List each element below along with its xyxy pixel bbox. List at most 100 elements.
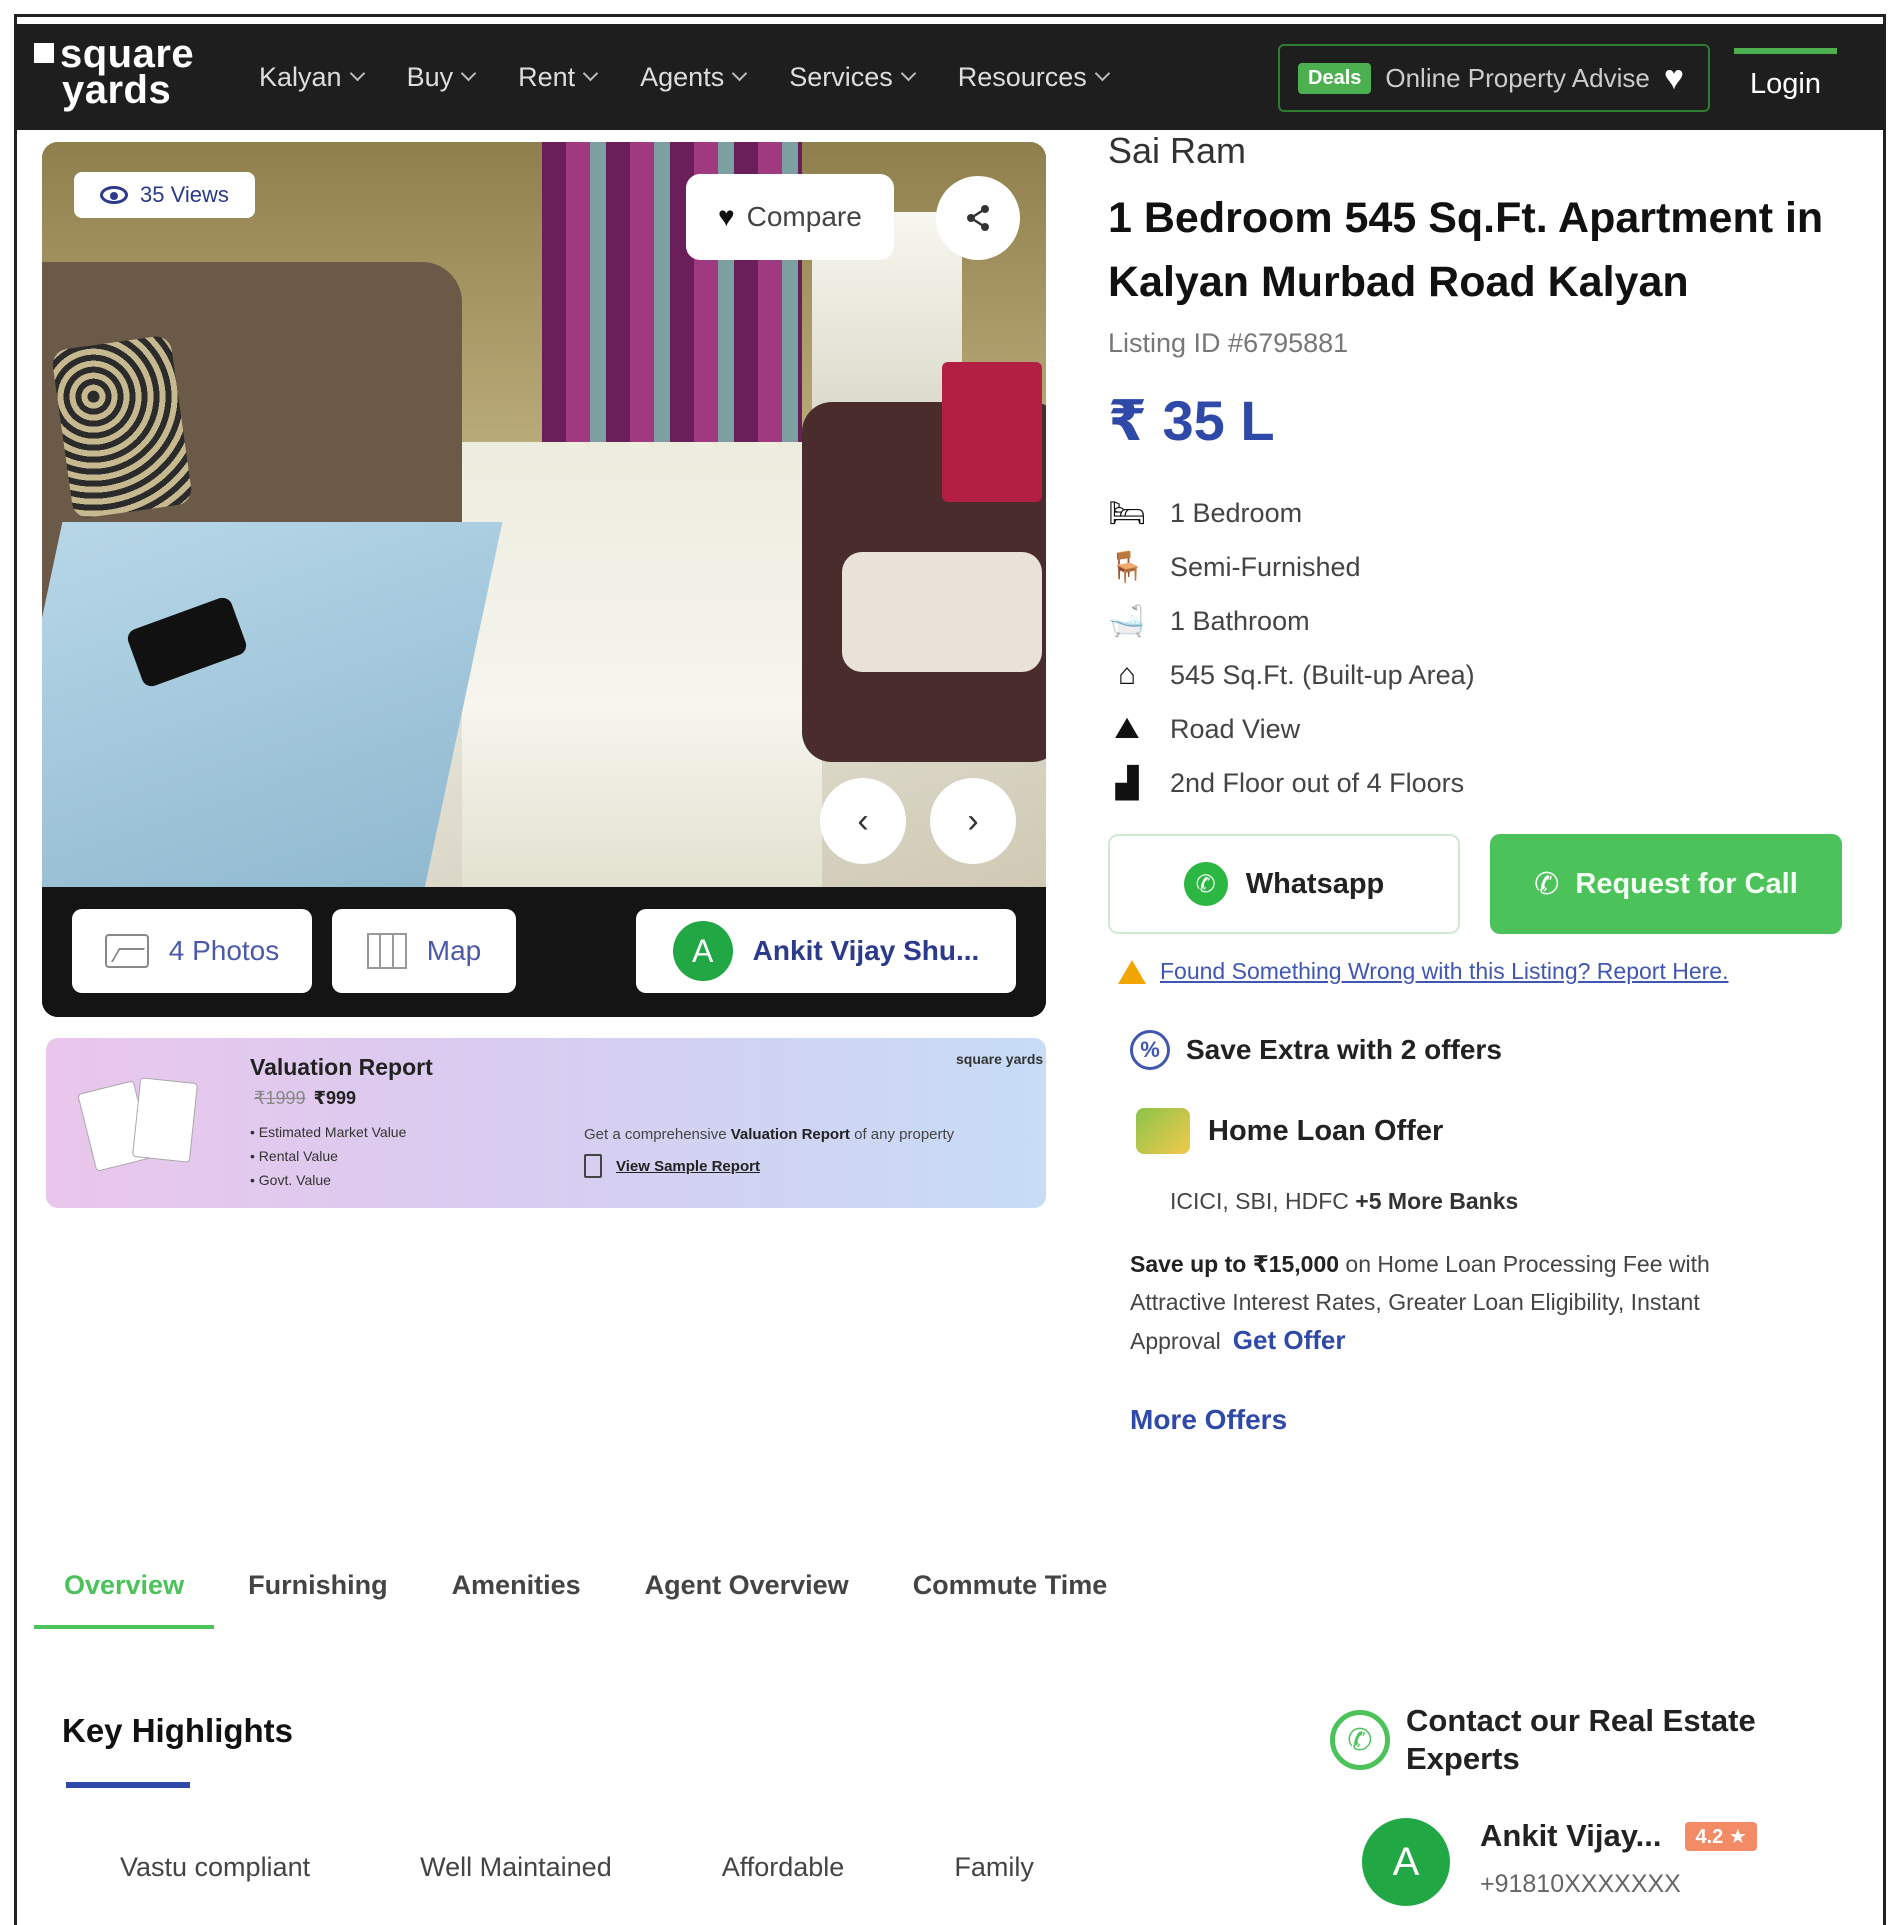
- get-offer-link[interactable]: Get Offer: [1233, 1325, 1346, 1355]
- list-item: Affordable: [721, 1852, 845, 1882]
- list-item: Govt. Value: [250, 1168, 406, 1192]
- agent-card[interactable]: A Ankit Vijay... 4.2 ★ +91810XXXXXXX: [1362, 1818, 1757, 1906]
- agent-chip[interactable]: A Ankit Vijay Shu...: [636, 909, 1016, 993]
- nav-label: Rent: [518, 61, 576, 92]
- contact-title: Contact our Real Estate Experts: [1406, 1703, 1756, 1776]
- phone-icon: ✆: [1534, 867, 1560, 901]
- gallery-actions-bar: 4 Photos Map A Ankit Vijay Shu...: [42, 887, 1046, 1017]
- photo-red-cloth: [942, 362, 1042, 502]
- map-label: Map: [426, 935, 482, 966]
- page-title: 1 Bedroom 545 Sq.Ft. Apartment in Kalyan…: [1108, 194, 1824, 306]
- top-navbar: square yards Kalyan Buy Rent Agents Serv…: [14, 24, 1886, 130]
- promo-text: Online Property Advise: [1385, 62, 1650, 93]
- offers-panel: % Save Extra with 2 offers Home Loan Off…: [1130, 1030, 1850, 1436]
- chevron-down-icon: [349, 65, 365, 81]
- list-item: Family: [954, 1852, 1034, 1882]
- money-icon: [1136, 1108, 1190, 1154]
- more-offers-link[interactable]: More Offers: [1130, 1404, 1850, 1436]
- highlights-list: Vastu compliant Well Maintained Affordab…: [120, 1852, 1144, 1883]
- next-photo-button[interactable]: ›: [930, 778, 1016, 864]
- warning-icon: [1118, 959, 1146, 984]
- title-underline: [66, 1782, 190, 1788]
- login-button[interactable]: Login: [1734, 48, 1837, 108]
- home-icon: ⌂: [1117, 658, 1137, 691]
- banks-list: ICICI, SBI, HDFC +5 More Banks: [1130, 1188, 1850, 1215]
- nav-item-agents[interactable]: Agents: [640, 62, 748, 93]
- key-highlights-title: Key Highlights: [62, 1712, 294, 1749]
- stairs-icon: ▟: [1115, 766, 1139, 800]
- tab-amenities[interactable]: Amenities: [422, 1556, 611, 1629]
- nav-item-buy[interactable]: Buy: [406, 61, 477, 93]
- nav-item-services[interactable]: Services: [789, 62, 917, 93]
- agent-name: Ankit Vijay Shu...: [752, 935, 980, 966]
- online-advise-promo[interactable]: Deals Online Property Advise ♥: [1278, 44, 1710, 112]
- nav-item-rent[interactable]: Rent: [518, 61, 599, 93]
- contact-experts: ✆ Contact our Real Estate Experts: [1330, 1702, 1786, 1778]
- map-icon: [366, 933, 407, 969]
- home-loan-heading: Home Loan Offer: [1130, 1108, 1850, 1154]
- agent-name-row: Ankit Vijay... 4.2 ★: [1480, 1818, 1757, 1854]
- prev-photo-button[interactable]: ‹: [820, 778, 906, 864]
- offers-heading: % Save Extra with 2 offers: [1130, 1030, 1850, 1070]
- report-listing-link[interactable]: Found Something Wrong with this Listing?…: [1118, 958, 1728, 985]
- bathtub-icon: 🛁: [1108, 604, 1146, 638]
- whatsapp-icon: ✆: [1183, 862, 1228, 906]
- valuation-report-banner[interactable]: Valuation Report ₹1999 ₹999 Estimated Mar…: [46, 1038, 1046, 1208]
- valuation-title: Valuation Report: [250, 1054, 433, 1080]
- nav-item-kalyan[interactable]: Kalyan: [259, 62, 365, 93]
- tab-commute-time[interactable]: Commute Time: [883, 1556, 1138, 1629]
- valuation-points: Estimated Market Value Rental Value Govt…: [250, 1120, 407, 1192]
- spec-label: Semi-Furnished: [1170, 551, 1361, 582]
- list-item: Vastu compliant: [120, 1852, 311, 1882]
- whatsapp-button[interactable]: ✆ Whatsapp: [1108, 834, 1460, 934]
- document-icon: [584, 1154, 602, 1178]
- map-button[interactable]: Map: [332, 909, 516, 993]
- spec-label: 545 Sq.Ft. (Built-up Area): [1170, 659, 1475, 690]
- list-item: Well Maintained: [420, 1852, 612, 1882]
- chevron-right-icon: ›: [967, 801, 979, 840]
- spec-view: ⛰ Road View: [1108, 702, 1475, 756]
- tab-agent-overview[interactable]: Agent Overview: [615, 1556, 879, 1629]
- spec-label: 2nd Floor out of 4 Floors: [1170, 767, 1465, 798]
- heart-icon[interactable]: ♥: [1664, 61, 1698, 95]
- whatsapp-label: Whatsapp: [1245, 867, 1385, 900]
- valuation-price: ₹1999 ₹999: [254, 1088, 356, 1109]
- square-yards-mini-logo: square yards: [956, 1051, 1044, 1067]
- request-call-button[interactable]: ✆ Request for Call: [1490, 834, 1842, 934]
- listing-id: Listing ID #6795881: [1108, 328, 1349, 358]
- chevron-down-icon: [582, 65, 599, 81]
- tab-overview[interactable]: Overview: [34, 1556, 215, 1629]
- bed-icon: 🛏: [1107, 496, 1147, 530]
- nav-label: Buy: [406, 61, 454, 92]
- photo-floor: [462, 442, 822, 887]
- view-sample-report-link[interactable]: View Sample Report: [584, 1154, 760, 1178]
- banks-names: ICICI, SBI, HDFC: [1170, 1188, 1349, 1214]
- spec-furnishing: 🪑 Semi-Furnished: [1108, 540, 1475, 594]
- new-price: ₹999: [313, 1088, 357, 1108]
- nav-item-resources[interactable]: Resources: [958, 62, 1111, 93]
- spec-area: ⌂ 545 Sq.Ft. (Built-up Area): [1108, 648, 1475, 702]
- compare-button[interactable]: ♥ Compare: [686, 174, 894, 260]
- deals-badge: Deals: [1298, 62, 1372, 94]
- photo-bed: [42, 522, 503, 887]
- doc-sheet: [131, 1077, 199, 1163]
- photos-button[interactable]: 4 Photos: [72, 909, 312, 993]
- agent-name: Ankit Vijay...: [1480, 1818, 1662, 1853]
- builder-name: Sai Ram: [1108, 130, 1247, 171]
- property-photo[interactable]: 35 Views ♥ Compare ‹ ›: [42, 142, 1046, 887]
- photos-label: 4 Photos: [168, 935, 280, 966]
- chevron-down-icon: [731, 65, 748, 81]
- more-banks[interactable]: +5 More Banks: [1355, 1188, 1518, 1214]
- section-tabs: Overview Furnishing Amenities Agent Over…: [34, 1556, 1141, 1629]
- link-label: View Sample Report: [616, 1157, 760, 1175]
- tab-furnishing[interactable]: Furnishing: [218, 1556, 417, 1629]
- loan-description: Save up to ₹15,000 on Home Loan Processi…: [1130, 1245, 1770, 1360]
- percent-icon: %: [1130, 1030, 1170, 1070]
- views-count: 35 Views: [140, 182, 229, 207]
- spec-label: Road View: [1170, 713, 1301, 744]
- share-button[interactable]: [936, 176, 1020, 260]
- sofa-icon: 🪑: [1108, 550, 1146, 584]
- agent-phone: +91810XXXXXXX: [1480, 1870, 1681, 1898]
- square-yards-logo[interactable]: square yards: [34, 34, 194, 110]
- old-price: ₹1999: [254, 1088, 306, 1108]
